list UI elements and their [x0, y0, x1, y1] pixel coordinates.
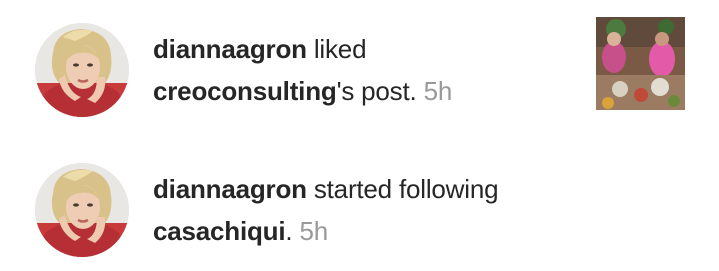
action-text: started following	[313, 174, 499, 204]
notification-item[interactable]: diannaagron liked creoconsulting's post.…	[0, 0, 719, 120]
timestamp: 5h	[423, 76, 453, 106]
post-thumbnail[interactable]	[596, 17, 685, 110]
notification-item[interactable]: diannaagron started following casachiqui…	[0, 150, 719, 270]
avatar[interactable]	[35, 163, 129, 257]
action-text: liked	[313, 34, 367, 64]
profile-photo-icon	[35, 23, 129, 117]
notification-text: diannaagron started following casachiqui…	[153, 168, 573, 252]
action-suffix: 's post.	[336, 76, 417, 106]
avatar[interactable]	[35, 23, 129, 117]
actor-username[interactable]: diannaagron	[153, 174, 307, 204]
target-username[interactable]: creoconsulting	[153, 76, 337, 106]
post-photo-icon	[596, 17, 685, 110]
notification-text: diannaagron liked creoconsulting's post.…	[153, 28, 573, 112]
timestamp: 5h	[299, 216, 328, 246]
action-suffix: .	[285, 216, 293, 246]
actor-username[interactable]: diannaagron	[153, 34, 307, 64]
profile-photo-icon	[35, 163, 129, 257]
target-username[interactable]: casachiqui	[153, 216, 286, 246]
